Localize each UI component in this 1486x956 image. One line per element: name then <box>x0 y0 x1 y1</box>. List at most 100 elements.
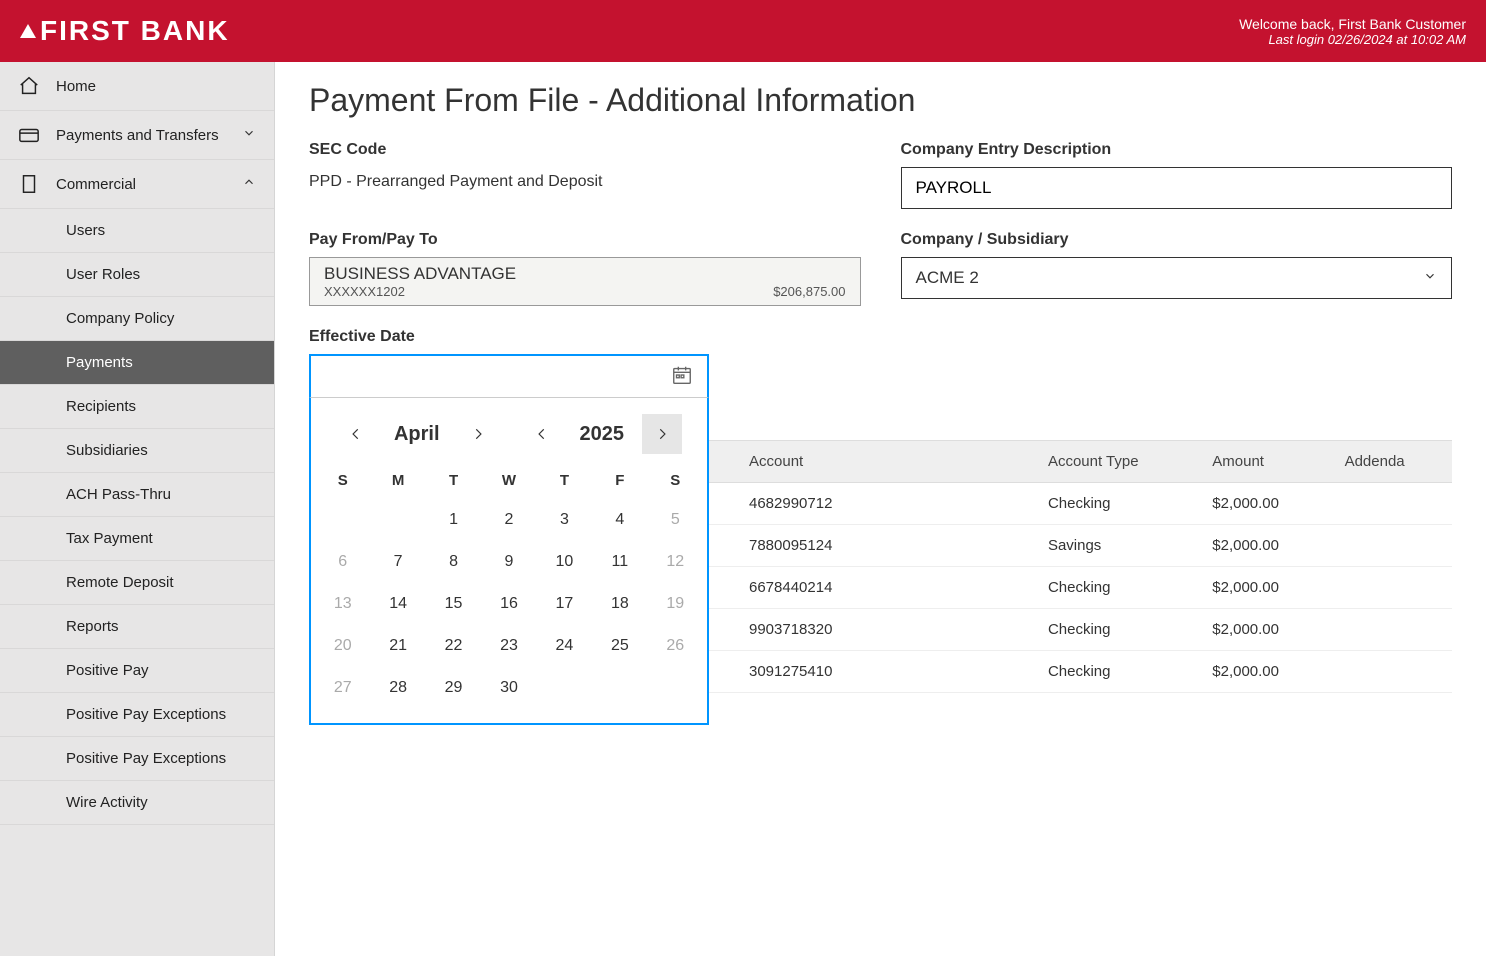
calendar-day[interactable]: 23 <box>481 625 536 667</box>
sidebar-item-wire-activity[interactable]: Wire Activity <box>0 781 274 825</box>
sidebar-item-user-roles[interactable]: User Roles <box>0 253 274 297</box>
calendar-dow: S <box>648 462 703 499</box>
calendar-day[interactable]: 28 <box>370 667 425 709</box>
building-icon <box>18 173 40 195</box>
calendar-day[interactable]: 8 <box>426 541 481 583</box>
header-userinfo: Welcome back, First Bank Customer Last l… <box>1239 16 1466 47</box>
calendar-day[interactable]: 2 <box>481 499 536 541</box>
calendar-day[interactable]: 3 <box>537 499 592 541</box>
calendar-day[interactable]: 24 <box>537 625 592 667</box>
calendar-day[interactable]: 9 <box>481 541 536 583</box>
calendar-day[interactable]: 18 <box>592 583 647 625</box>
table-cell-type: Savings <box>1032 525 1196 567</box>
next-month-button[interactable] <box>458 414 498 454</box>
sidebar-item-label: Payments and Transfers <box>56 127 219 144</box>
sidebar-item-subsidiaries[interactable]: Subsidiaries <box>0 429 274 473</box>
calendar-day[interactable]: 22 <box>426 625 481 667</box>
sidebar-item-ach-pass-thru[interactable]: ACH Pass-Thru <box>0 473 274 517</box>
calendar-day[interactable]: 15 <box>426 583 481 625</box>
calendar-dow: T <box>537 462 592 499</box>
calendar-day[interactable]: 21 <box>370 625 425 667</box>
calendar-day: 19 <box>648 583 703 625</box>
calendar-day <box>592 667 647 709</box>
sidebar-item-commercial[interactable]: Commercial <box>0 160 274 209</box>
table-cell-addenda <box>1329 651 1452 693</box>
card-icon <box>18 124 40 146</box>
sidebar-item-payments-transfers[interactable]: Payments and Transfers <box>0 111 274 160</box>
calendar-day: 27 <box>315 667 370 709</box>
calendar-day[interactable]: 17 <box>537 583 592 625</box>
calendar-day[interactable]: 16 <box>481 583 536 625</box>
effective-date-input[interactable] <box>309 354 709 398</box>
sidebar-item-home[interactable]: Home <box>0 62 274 111</box>
account-balance: $206,875.00 <box>773 284 845 299</box>
prev-month-button[interactable] <box>336 414 376 454</box>
company-subsidiary-select[interactable]: ACME 2 <box>901 257 1453 299</box>
next-year-button[interactable] <box>642 414 682 454</box>
table-cell-type: Checking <box>1032 609 1196 651</box>
table-cell-addenda <box>1329 525 1452 567</box>
sidebar-item-remote-deposit[interactable]: Remote Deposit <box>0 561 274 605</box>
account-name: BUSINESS ADVANTAGE <box>324 264 846 284</box>
sidebar-item-label: User Roles <box>66 266 140 283</box>
pay-from-group: Pay From/Pay To BUSINESS ADVANTAGE XXXXX… <box>309 231 861 306</box>
calendar-dow: M <box>370 462 425 499</box>
sidebar-item-label: Subsidiaries <box>66 442 148 459</box>
calendar-day <box>370 499 425 541</box>
calendar-day[interactable]: 1 <box>426 499 481 541</box>
calendar-day <box>648 667 703 709</box>
calendar-day[interactable]: 7 <box>370 541 425 583</box>
calendar-icon <box>671 364 693 390</box>
sec-code-value: PPD - Prearranged Payment and Deposit <box>309 173 861 191</box>
table-cell-type: Checking <box>1032 567 1196 609</box>
calendar-day[interactable]: 11 <box>592 541 647 583</box>
logo-text: FIRST BANK <box>40 15 230 47</box>
sidebar-item-label: Positive Pay Exceptions <box>66 750 226 767</box>
calendar-dow: F <box>592 462 647 499</box>
sidebar-item-label: Home <box>56 78 96 95</box>
company-subsidiary-group: Company / Subsidiary ACME 2 <box>901 231 1453 306</box>
sidebar-item-label: Company Policy <box>66 310 174 327</box>
select-value: ACME 2 <box>916 268 979 288</box>
page-title: Payment From File - Additional Informati… <box>309 82 1452 119</box>
sidebar-item-tax-payment[interactable]: Tax Payment <box>0 517 274 561</box>
sidebar-item-recipients[interactable]: Recipients <box>0 385 274 429</box>
sidebar-item-label: Payments <box>66 354 133 371</box>
table-cell-addenda <box>1329 483 1452 525</box>
calendar-day[interactable]: 25 <box>592 625 647 667</box>
sidebar-item-positive-pay[interactable]: Positive Pay <box>0 649 274 693</box>
calendar-day[interactable]: 10 <box>537 541 592 583</box>
sidebar-item-positive-pay-exceptions[interactable]: Positive Pay Exceptions <box>0 737 274 781</box>
sidebar-item-label: Users <box>66 222 105 239</box>
sidebar-item-company-policy[interactable]: Company Policy <box>0 297 274 341</box>
calendar-day: 20 <box>315 625 370 667</box>
calendar-day: 12 <box>648 541 703 583</box>
sidebar-item-reports[interactable]: Reports <box>0 605 274 649</box>
pay-from-account-selector[interactable]: BUSINESS ADVANTAGE XXXXXX1202 $206,875.0… <box>309 257 861 306</box>
calendar-day[interactable]: 30 <box>481 667 536 709</box>
pay-from-label: Pay From/Pay To <box>309 231 861 249</box>
sidebar-item-label: Positive Pay Exceptions <box>66 706 226 723</box>
calendar-day[interactable]: 4 <box>592 499 647 541</box>
sidebar-item-positive-pay-exceptions[interactable]: Positive Pay Exceptions <box>0 693 274 737</box>
sidebar-item-users[interactable]: Users <box>0 209 274 253</box>
calendar-day: 5 <box>648 499 703 541</box>
calendar-day[interactable]: 29 <box>426 667 481 709</box>
calendar-dow: T <box>426 462 481 499</box>
prev-year-button[interactable] <box>522 414 562 454</box>
welcome-text: Welcome back, First Bank Customer <box>1239 16 1466 32</box>
sidebar-item-label: Positive Pay <box>66 662 149 679</box>
sidebar-item-label: Tax Payment <box>66 530 153 547</box>
chevron-down-icon <box>1423 268 1437 288</box>
company-entry-group: Company Entry Description <box>901 141 1453 209</box>
company-entry-input[interactable] <box>901 167 1453 209</box>
sidebar: Home Payments and Transfers Commercial U… <box>0 62 275 956</box>
calendar-day[interactable]: 14 <box>370 583 425 625</box>
sidebar-item-label: ACH Pass-Thru <box>66 486 171 503</box>
logo-triangle-icon <box>20 24 36 38</box>
sidebar-item-payments[interactable]: Payments <box>0 341 274 385</box>
table-header: Account Type <box>1032 441 1196 483</box>
calendar-popup: April 2025 SMTWTFS1234567891011121314151… <box>309 398 709 725</box>
chevron-up-icon <box>242 175 256 193</box>
home-icon <box>18 75 40 97</box>
